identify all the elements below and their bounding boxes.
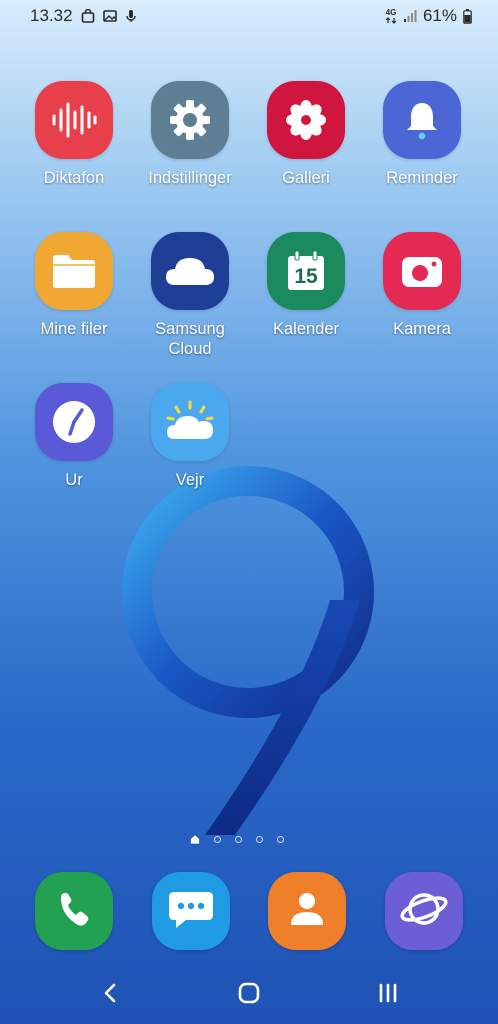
cloud-icon xyxy=(151,232,229,310)
app-label-ur: Ur xyxy=(65,471,83,489)
network-type-indicator: 4G xyxy=(385,7,397,24)
planet-icon xyxy=(398,883,450,940)
recent-apps-button[interactable] xyxy=(368,978,408,1012)
app-label-reminder: Reminder xyxy=(386,169,458,187)
calendar-day: 15 xyxy=(294,265,318,288)
page-dot[interactable] xyxy=(277,835,284,843)
bag-notification-icon xyxy=(81,9,95,23)
battery-icon xyxy=(463,8,472,24)
clock-icon xyxy=(35,383,113,461)
page-dot[interactable] xyxy=(235,835,242,843)
dock-messages-app[interactable] xyxy=(152,872,230,950)
home-button[interactable] xyxy=(229,978,269,1012)
network-type-label: 4G xyxy=(385,7,397,17)
home-screen: 13.32 4G 61% Diktafon Indstillinger Gall… xyxy=(0,0,498,1024)
app-vejr[interactable]: Vejr xyxy=(132,383,248,490)
dock-phone-app[interactable] xyxy=(35,872,113,950)
recent-apps-icon xyxy=(377,983,399,1008)
app-ur[interactable]: Ur xyxy=(16,383,132,490)
image-notification-icon xyxy=(102,9,117,23)
status-bar: 13.32 4G 61% xyxy=(0,0,498,32)
camera-icon xyxy=(383,232,461,310)
dock-internet-app[interactable] xyxy=(385,872,463,950)
app-mine-filer[interactable]: Mine filer xyxy=(16,232,132,339)
app-label-indstillinger: Indstillinger xyxy=(148,169,232,187)
app-reminder[interactable]: Reminder xyxy=(364,81,480,188)
app-label-samsung-cloud: Samsung Cloud xyxy=(155,320,225,358)
folder-icon xyxy=(35,232,113,310)
page-indicator[interactable] xyxy=(190,834,284,844)
app-indstillinger[interactable]: Indstillinger xyxy=(132,81,248,188)
app-kamera[interactable]: Kamera xyxy=(364,232,480,339)
gear-icon xyxy=(151,81,229,159)
signal-strength-icon xyxy=(403,9,417,23)
microphone-notification-icon xyxy=(125,9,137,23)
app-label-vejr: Vejr xyxy=(175,471,205,489)
battery-percent: 61% xyxy=(422,6,457,25)
page-dot[interactable] xyxy=(214,835,221,843)
navigation-bar xyxy=(0,966,498,1024)
app-galleri[interactable]: Galleri xyxy=(248,81,364,188)
phone-icon xyxy=(56,889,92,934)
app-label-kamera: Kamera xyxy=(393,320,451,338)
dock-contacts-app[interactable] xyxy=(268,872,346,950)
microphone-waveform-icon xyxy=(35,81,113,159)
back-button[interactable] xyxy=(90,978,130,1012)
page-dot[interactable] xyxy=(256,835,263,843)
app-kalender[interactable]: 15 Kalender xyxy=(248,232,364,339)
message-bubble-icon xyxy=(166,888,216,935)
calendar-icon: 15 xyxy=(267,232,345,310)
app-label-diktafon: Diktafon xyxy=(43,169,105,187)
person-icon xyxy=(285,887,329,936)
weather-sun-cloud-icon xyxy=(151,383,229,461)
bell-icon xyxy=(383,81,461,159)
app-label-galleri: Galleri xyxy=(282,169,330,187)
app-label-mine-filer: Mine filer xyxy=(40,320,108,338)
flower-icon xyxy=(267,81,345,159)
app-diktafon[interactable]: Diktafon xyxy=(16,81,132,188)
home-rounded-square-icon xyxy=(238,982,260,1009)
clock-time: 13.32 xyxy=(30,6,73,25)
app-samsung-cloud[interactable]: Samsung Cloud xyxy=(132,232,248,359)
back-chevron-icon xyxy=(103,983,117,1008)
app-label-kalender: Kalender xyxy=(272,320,340,338)
home-page-indicator-icon[interactable] xyxy=(190,834,200,844)
